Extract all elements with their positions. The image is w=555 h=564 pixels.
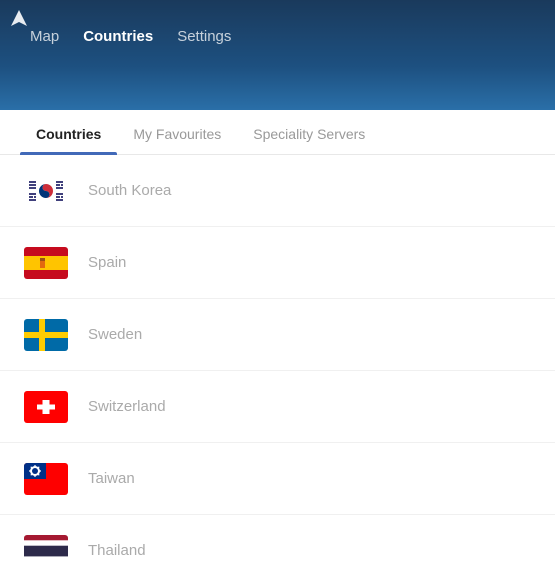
flag-sweden	[24, 319, 68, 351]
country-name-taiwan: Taiwan	[88, 470, 135, 487]
tab-favourites[interactable]: My Favourites	[117, 110, 237, 154]
flag-thailand	[24, 535, 68, 560]
country-item-south-korea[interactable]: South Korea	[0, 155, 555, 227]
country-name-spain: Spain	[88, 254, 126, 271]
country-name-south-korea: South Korea	[88, 182, 171, 199]
flag-spain	[24, 247, 68, 279]
country-list: South Korea Spain Sweden	[0, 155, 555, 559]
tab-countries[interactable]: Countries	[20, 110, 117, 154]
nav-settings[interactable]: Settings	[177, 28, 231, 45]
logo-area	[8, 8, 30, 30]
country-item-taiwan[interactable]: Taiwan	[0, 443, 555, 515]
country-name-switzerland: Switzerland	[88, 398, 166, 415]
country-item-switzerland[interactable]: Switzerland	[0, 371, 555, 443]
country-item-thailand[interactable]: Thailand	[0, 515, 555, 559]
country-item-spain[interactable]: Spain	[0, 227, 555, 299]
header: Map Countries Settings	[0, 0, 555, 110]
country-item-sweden[interactable]: Sweden	[0, 299, 555, 371]
nav-map[interactable]: Map	[30, 28, 59, 45]
country-name-thailand: Thailand	[88, 542, 146, 559]
country-name-sweden: Sweden	[88, 326, 142, 343]
flag-taiwan	[24, 463, 68, 495]
header-nav: Map Countries Settings	[30, 28, 231, 45]
nordvpn-logo-icon	[8, 8, 30, 30]
flag-switzerland	[24, 391, 68, 423]
flag-south-korea	[24, 175, 68, 207]
tabs-container: Countries My Favourites Speciality Serve…	[0, 110, 555, 155]
nav-countries[interactable]: Countries	[83, 28, 153, 45]
tab-speciality[interactable]: Speciality Servers	[237, 110, 381, 154]
